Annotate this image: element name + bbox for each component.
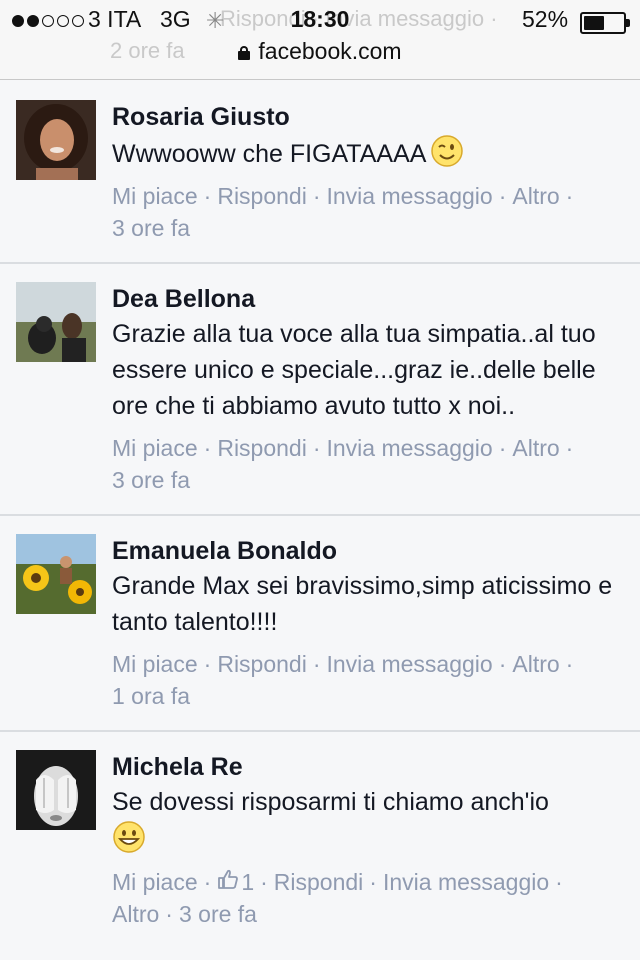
comment-item: Rosaria Giusto Wwwooww che FIGATAAAA Mi … <box>0 82 640 264</box>
comment-item: Dea Bellona Grazie alla tua voce alla tu… <box>0 264 640 516</box>
status-row: 3 ITA 3G ✳ 18:30 52% <box>0 6 640 36</box>
like-count-value: 1 <box>241 869 255 895</box>
more-link[interactable]: Altro <box>112 901 159 927</box>
grin-emoji-icon <box>112 820 146 854</box>
battery-icon <box>580 12 630 34</box>
comment-text: Wwwooww che FIGATAAAA <box>112 134 620 172</box>
comment-author[interactable]: Dea Bellona <box>112 282 620 316</box>
comment-list: Rosaria Giusto Wwwooww che FIGATAAAA Mi … <box>0 82 640 948</box>
address-bar[interactable]: facebook.com <box>0 38 640 65</box>
comment-item: Michela Re Se dovessi risposarmi ti chia… <box>0 732 640 948</box>
avatar[interactable] <box>16 100 96 180</box>
comment-time[interactable]: 1 ora fa <box>112 683 190 709</box>
comment-author[interactable]: Rosaria Giusto <box>112 100 620 134</box>
comment-actions: Mi piace · Rispondi · Invia messaggio · Altro ·… <box>112 183 574 241</box>
comment-author[interactable]: Michela Re <box>112 750 620 784</box>
more-link[interactable]: Altro <box>512 183 559 209</box>
reply-link[interactable]: Rispondi <box>217 651 307 677</box>
comment-text: Grazie alla tua voce alla tua simpatia..… <box>112 320 596 420</box>
like-link[interactable]: Mi piace <box>112 651 198 677</box>
like-count[interactable]: 1 <box>217 866 254 898</box>
message-link[interactable]: Invia messaggio <box>327 651 493 677</box>
like-link[interactable]: Mi piace <box>112 435 198 461</box>
status-bar: Rispondi · Invia messaggio · 2 ore fa 3 … <box>0 0 640 80</box>
reply-link[interactable]: Rispondi <box>274 869 364 895</box>
lock-icon <box>238 46 251 60</box>
message-link[interactable]: Invia messaggio <box>383 869 549 895</box>
reply-link[interactable]: Rispondi <box>217 435 307 461</box>
avatar[interactable] <box>16 282 96 362</box>
comment-time[interactable]: 3 ore fa <box>112 467 190 493</box>
avatar[interactable] <box>16 534 96 614</box>
comment-time[interactable]: 3 ore fa <box>179 901 257 927</box>
comment-actions: Mi piace · Rispondi · Invia messaggio · Altro ·… <box>112 435 574 493</box>
page: Rispondi · Invia messaggio · 2 ore fa 3 … <box>0 0 640 960</box>
url-text: facebook.com <box>258 38 402 64</box>
reply-link[interactable]: Rispondi <box>217 183 307 209</box>
like-link[interactable]: Mi piace <box>112 183 198 209</box>
avatar[interactable] <box>16 750 96 830</box>
comment-actions: Mi piace · Rispondi · Invia messaggio · Altro ·… <box>112 651 574 709</box>
comment-actions: Mi piace · 1 · Rispondi · Invia messaggio · Altr… <box>112 866 620 930</box>
like-link[interactable]: Mi piace <box>112 869 198 895</box>
comment-author[interactable]: Emanuela Bonaldo <box>112 534 620 568</box>
more-link[interactable]: Altro <box>512 435 559 461</box>
comment-text: Se dovessi risposarmi ti chiamo anch'io <box>112 784 620 858</box>
more-link[interactable]: Altro <box>512 651 559 677</box>
thumbs-up-icon <box>217 866 239 898</box>
comment-item: Emanuela Bonaldo Grande Max sei bravissi… <box>0 516 640 732</box>
message-link[interactable]: Invia messaggio <box>327 435 493 461</box>
battery-percent: 52% <box>522 6 569 32</box>
message-link[interactable]: Invia messaggio <box>327 183 493 209</box>
comment-time[interactable]: 3 ore fa <box>112 215 190 241</box>
wink-emoji-icon <box>430 134 464 168</box>
comment-text: Grande Max sei bravissimo,simp aticissim… <box>112 572 613 636</box>
